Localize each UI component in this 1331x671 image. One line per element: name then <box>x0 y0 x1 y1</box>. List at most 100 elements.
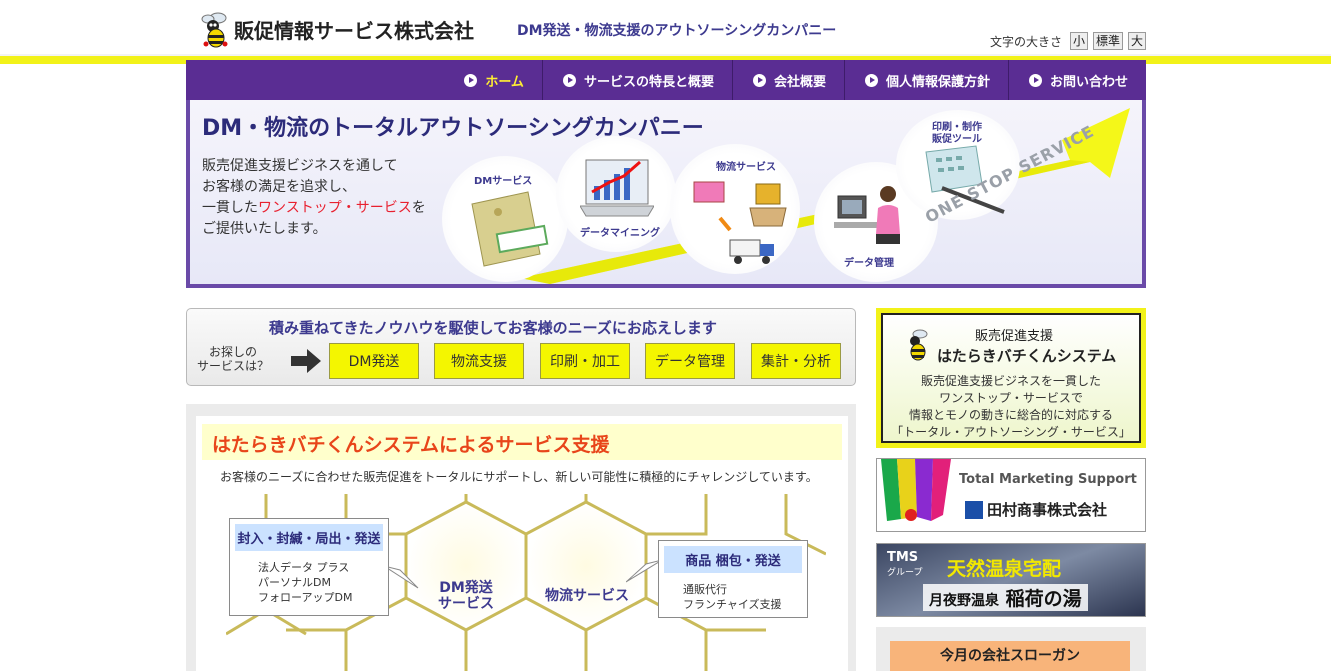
nav-item-contact[interactable]: お問い合わせ <box>1007 60 1146 100</box>
callout-pointer <box>384 566 419 589</box>
hero-text-part: を <box>411 200 426 216</box>
panel-description: お客様のニーズに合わせた販売促進をトータルにサポートし、新しい可能性に積極的にチ… <box>220 470 818 484</box>
font-size-small-button[interactable]: 小 <box>1070 32 1089 50</box>
tamura-shoji-banner[interactable]: Total Marketing Support 田村商事株式会社 <box>876 458 1146 532</box>
callout-pointer <box>626 560 662 583</box>
arrow-circle-icon <box>562 73 576 87</box>
onsen-location: 月夜野温泉 <box>929 593 999 609</box>
hero-line: お客様の満足を追求し、 <box>202 179 356 195</box>
site-tagline: DM発送・物流支援のアウトソーシングカンパニー <box>517 23 837 39</box>
callout-dm-title: 封入・封緘・局出・発送 <box>235 524 383 551</box>
bee-system-line: 販売促進支援ビジネスを一貫した <box>920 374 1101 388</box>
panel-heading-bar: はたらきバチくんシステムによるサービス支援 <box>202 424 842 460</box>
hero-line: 一貫したワンストップ・サービスを <box>202 198 426 219</box>
bee-system-title: はたらきバチくんシステム <box>937 347 1117 365</box>
callout-dm: 封入・封緘・局出・発送 法人データ プラス パーソナルDM フォローアップDM <box>229 518 389 616</box>
nav-item-services[interactable]: サービスの特長と概要 <box>541 60 732 100</box>
callout-item: 法人データ プラス <box>258 561 350 574</box>
analysis-button[interactable]: 集計・分析 <box>751 343 841 379</box>
finder-label-line: サービスは？ <box>197 359 270 373</box>
cloth-icon <box>881 459 951 521</box>
callout-item: フォローアップDM <box>258 591 353 604</box>
nav-label: サービスの特長と概要 <box>583 74 714 90</box>
font-size-label: 文字の大きさ <box>990 34 1063 49</box>
finder-title: 積み重ねてきたノウハウを駆使してお客様のニーズにお応えします <box>269 319 717 337</box>
nav-label: 会社概要 <box>773 74 826 90</box>
nav-item-company[interactable]: 会社概要 <box>731 60 844 100</box>
data-mining-bubble: データマイニング <box>556 136 676 252</box>
service-finder: 積み重ねてきたノウハウを駆使してお客様のニーズにお応えします お探しの サービス… <box>186 308 856 386</box>
office-worker-icon <box>834 186 900 244</box>
nav-label: ホーム <box>485 74 524 90</box>
bee-system-banner-inner: 販売促進支援 はたらきバチくんシステム 販売促進支援ビジネスを一貫した ワンスト… <box>881 313 1141 443</box>
bee-system-line: 「トータル・アウトソーシング・サービス」 <box>891 425 1131 439</box>
dm-service-button[interactable]: DM発送 <box>329 343 419 379</box>
onsen-name: 月夜野温泉 稲荷の湯 <box>923 584 1088 611</box>
callout-logistics-title: 商品 梱包・発送 <box>664 546 802 573</box>
panel-content: はたらきバチくんシステムによるサービス支援 お客様のニーズに合わせた販売促進をト… <box>196 416 848 671</box>
arrow-circle-icon <box>752 73 766 87</box>
arrow-circle-icon <box>464 73 478 87</box>
hero-banner: DM・物流のトータルアウトソーシングカンパニー 販売促進支援ビジネスを通して お… <box>186 100 1146 288</box>
hex-dm-service[interactable]: DM発送 サービス <box>426 580 506 612</box>
arrow-circle-icon <box>1028 73 1042 87</box>
panel-heading: はたらきバチくんシステムによるサービス支援 <box>212 434 610 456</box>
font-size-large-button[interactable]: 大 <box>1128 32 1147 50</box>
monthly-slogan-box: 今月の会社スローガン <box>876 627 1146 671</box>
nav-label: 個人情報保護方針 <box>885 74 990 90</box>
hex-logistics-service[interactable]: 物流サービス <box>532 588 642 604</box>
finder-label-line: お探しの <box>209 345 258 359</box>
site-logo[interactable]: 販促情報サービス株式会社 <box>200 8 474 50</box>
hero-line: ご提供いたします。 <box>202 221 327 237</box>
bubble-label: 物流サービス <box>716 162 776 173</box>
hero-line: 販売促進支援ビジネスを通して <box>202 158 398 174</box>
dm-service-bubble: DMサービス <box>442 156 568 282</box>
bee-system-line: 情報とモノの動きに総合的に対応する <box>908 408 1113 422</box>
callout-item: パーソナルDM <box>258 576 331 589</box>
bubble-label: 販促ツール <box>932 134 982 145</box>
bee-system-banner[interactable]: 販売促進支援 はたらきバチくんシステム 販売促進支援ビジネスを一貫した ワンスト… <box>876 308 1146 448</box>
font-size-switcher: 文字の大きさ 小 標準 大 <box>976 28 1148 54</box>
hero-text-part: 一貫した <box>202 200 258 216</box>
printing-button[interactable]: 印刷・加工 <box>540 343 630 379</box>
hero-highlight: ワンストップ・サービス <box>258 200 412 216</box>
hex-label-line: DM発送 <box>439 580 493 596</box>
callout-item: フランチャイズ支援 <box>683 598 782 611</box>
tamura-logo-icon <box>965 501 983 519</box>
bee-icon <box>200 8 232 50</box>
tms-group-text: グループ <box>887 568 923 578</box>
arrow-right-icon <box>291 349 321 373</box>
onsen-delivery-banner[interactable]: TMS グループ 天然温泉宅配 月夜野温泉 稲荷の湯 <box>876 543 1146 617</box>
bee-icon <box>910 329 928 361</box>
hex-label-line: サービス <box>438 596 494 612</box>
bubble-label: データマイニング <box>580 228 660 239</box>
tamura-tagline: Total Marketing Support <box>959 472 1137 487</box>
laptop-chart-icon <box>580 159 654 217</box>
envelope-icon <box>471 191 549 267</box>
bee-system-subtitle: 販売促進支援 <box>975 329 1054 344</box>
onsen-title: 天然温泉宅配 <box>947 558 1062 580</box>
font-size-standard-button[interactable]: 標準 <box>1093 32 1124 50</box>
service-support-panel: はたらきバチくんシステムによるサービス支援 お客様のニーズに合わせた販売促進をト… <box>186 404 856 671</box>
main-nav: ホーム サービスの特長と概要 会社概要 個人情報保護方針 お問い合わせ <box>186 60 1146 100</box>
nav-item-home[interactable]: ホーム <box>444 60 542 100</box>
callout-logistics: 商品 梱包・発送 通販代行 フランチャイズ支援 <box>658 540 808 618</box>
tamura-company-name: 田村商事株式会社 <box>987 501 1108 519</box>
monthly-slogan-heading: 今月の会社スローガン <box>890 641 1130 671</box>
arrow-circle-icon <box>864 73 878 87</box>
callout-item: 通販代行 <box>683 583 727 596</box>
logistics-button[interactable]: 物流支援 <box>434 343 524 379</box>
onsen-brand: 稲荷の湯 <box>1005 588 1082 610</box>
company-name: 販促情報サービス株式会社 <box>234 18 474 43</box>
finder-label: お探しの サービスは？ <box>197 345 269 373</box>
hero-description: 販売促進支援ビジネスを通して お客様の満足を追求し、 一貫したワンストップ・サー… <box>202 156 426 240</box>
nav-label: お問い合わせ <box>1049 74 1128 90</box>
tms-group-logo: TMS グループ <box>887 550 922 578</box>
bee-system-description: 販売促進支援ビジネスを一貫した ワンストップ・サービスで 情報とモノの動きに総合… <box>883 373 1139 441</box>
data-management-button[interactable]: データ管理 <box>645 343 735 379</box>
logistics-bubble: 物流サービス <box>670 144 800 274</box>
bubble-label: データ管理 <box>844 258 894 269</box>
nav-item-privacy[interactable]: 個人情報保護方針 <box>843 60 1008 100</box>
bee-system-line: ワンストップ・サービスで <box>939 391 1083 405</box>
tms-logo-text: TMS <box>887 550 919 565</box>
